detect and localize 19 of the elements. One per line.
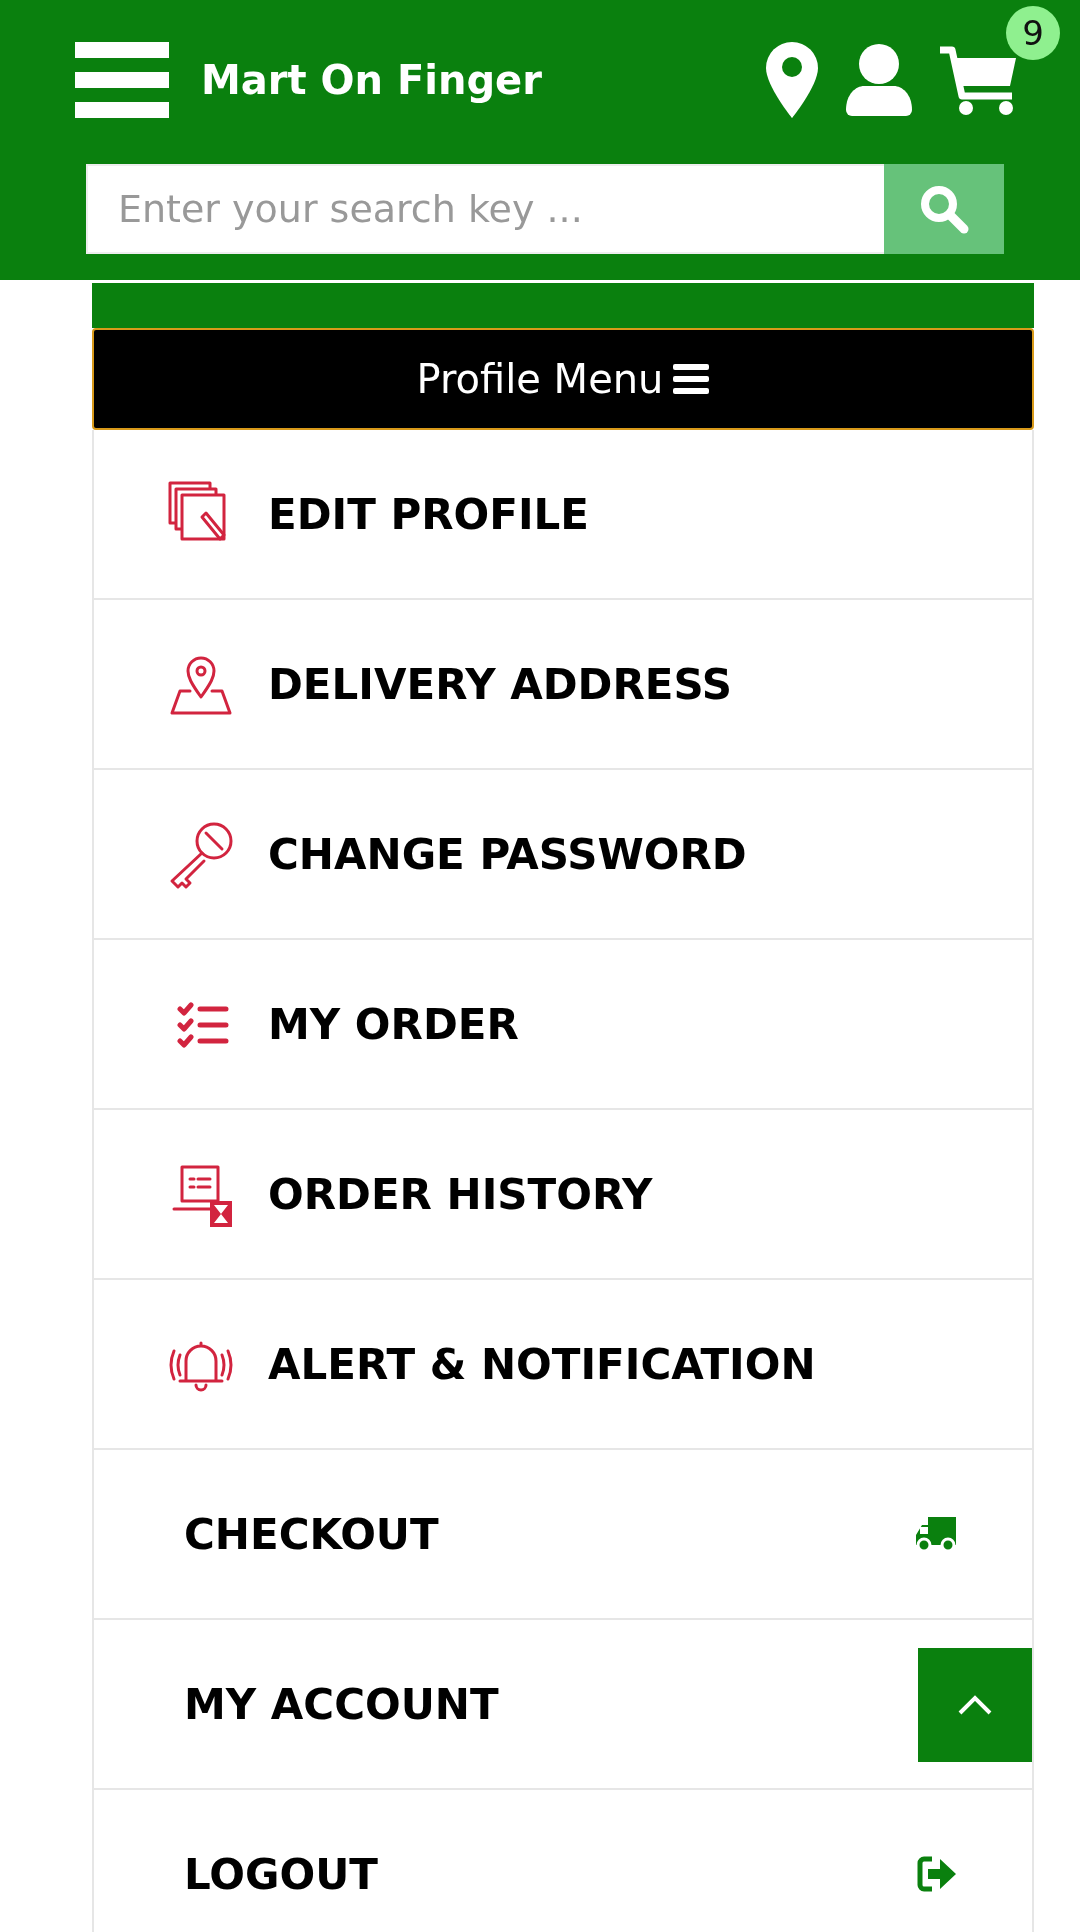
profile-menu-button[interactable]: Profile Menu — [92, 328, 1034, 430]
menu-item[interactable]: LOGOUT — [92, 1790, 1034, 1932]
menu-item[interactable]: MY ORDER — [92, 940, 1034, 1110]
menu-icon[interactable] — [75, 42, 169, 118]
user-icon[interactable] — [846, 44, 912, 116]
menu-item[interactable]: ORDER HISTORY — [92, 1110, 1034, 1280]
chevron-up-icon — [957, 1694, 993, 1716]
search-field[interactable]: Enter your search key ... — [86, 164, 884, 254]
search-icon — [918, 183, 970, 235]
location-pin-icon[interactable] — [766, 42, 818, 118]
menu-item[interactable]: CHECKOUT — [92, 1450, 1034, 1620]
menu-item[interactable]: CHANGE PASSWORD — [92, 770, 1034, 940]
logout-icon — [916, 1855, 958, 1893]
site-title: Mart On Finger — [201, 57, 543, 103]
menu-icon — [673, 364, 710, 394]
menu-item[interactable]: EDIT PROFILE — [92, 430, 1034, 600]
cart-count-badge: 9 — [1006, 6, 1060, 60]
menu-item[interactable]: ALERT & NOTIFICATION — [92, 1280, 1034, 1450]
menu-item[interactable]: DELIVERY ADDRESS — [92, 600, 1034, 770]
